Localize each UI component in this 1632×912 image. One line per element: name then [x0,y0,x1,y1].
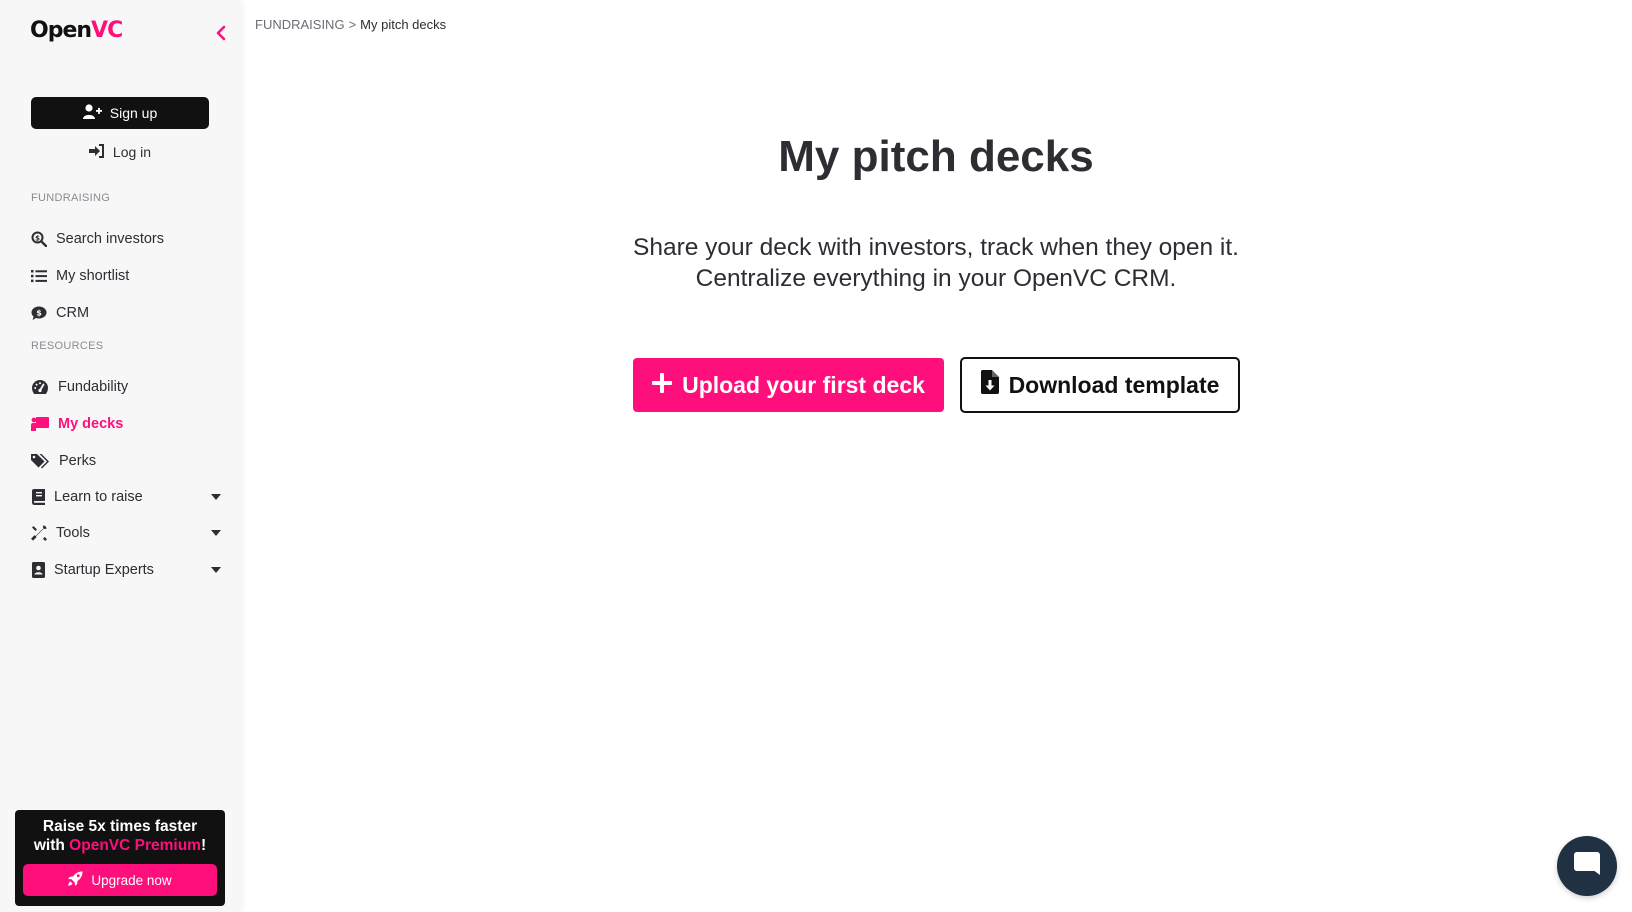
sidebar-item-tools[interactable]: Tools [31,521,221,545]
subtitle-line-1: Share your deck with investors, track wh… [633,234,1239,261]
chalkboard-teacher-icon [31,416,49,432]
sidebar-item-label: Search investors [56,231,164,247]
download-template-label: Download template [1008,371,1220,398]
sidebar-item-label: CRM [56,305,90,321]
caret-down-icon[interactable] [211,567,221,573]
sign-in-icon [88,143,105,161]
tools-icon [31,525,47,541]
chat-widget-button[interactable] [1557,836,1617,896]
sidebar-item-label: Perks [59,453,97,469]
chat-bubble-icon [1572,849,1602,884]
sign-up-label: Sign up [109,105,158,121]
user-plus-icon [82,104,102,122]
sidebar-item-my-decks[interactable]: My decks [31,412,221,436]
collapse-sidebar-chevron-left-icon[interactable] [214,24,228,42]
sidebar-item-label: Tools [56,525,90,541]
sidebar-item-crm[interactable]: $ CRM [31,301,221,325]
sidebar-item-label: My decks [58,416,124,432]
sidebar-item-learn-to-raise[interactable]: Learn to raise [31,485,221,509]
sidebar-item-perks[interactable]: Perks [31,449,221,473]
caret-down-icon[interactable] [211,494,221,500]
sign-up-button[interactable]: Sign up [31,97,209,129]
sidebar-item-label: Fundability [58,379,129,395]
breadcrumb-parent-link[interactable]: FUNDRAISING [255,17,345,32]
sidebar-item-fundability[interactable]: Fundability [31,375,221,399]
svg-text:$: $ [36,309,42,318]
page-title: My pitch decks [778,132,1094,181]
promo-subline: with OpenVC Premium! [33,837,207,854]
plus-icon [652,372,673,399]
section-label-fundraising: FUNDRAISING [31,192,111,204]
file-download-icon [980,370,999,400]
breadcrumb-current: My pitch decks [360,17,447,32]
section-label-resources: RESOURCES [31,340,104,352]
gauge-icon [31,379,49,395]
sidebar: OpenVC Sign up Log in FUNDRAISING $ Sear… [0,0,240,912]
sidebar-item-label: Learn to raise [54,489,143,505]
sidebar-item-my-shortlist[interactable]: My shortlist [31,264,221,288]
upgrade-now-button[interactable]: Upgrade now [23,864,217,896]
svg-text:$: $ [35,234,40,242]
upload-first-deck-button[interactable]: Upload your first deck [633,358,944,412]
upgrade-now-label: Upgrade now [91,872,172,888]
log-in-label: Log in [112,144,152,160]
openvc-logo[interactable]: OpenVC [30,18,123,43]
breadcrumb-separator: > [348,17,357,32]
premium-promo-card: Raise 5x times faster with OpenVC Premiu… [15,810,225,906]
address-book-icon [31,562,45,578]
sidebar-item-search-investors[interactable]: $ Search investors [31,227,221,251]
caret-down-icon[interactable] [211,530,221,536]
comment-dollar-icon: $ [31,305,47,321]
list-icon [31,268,47,284]
log-in-link[interactable]: Log in [0,141,240,163]
sidebar-item-startup-experts[interactable]: Startup Experts [31,558,221,582]
sidebar-item-label: Startup Experts [54,562,154,578]
upload-first-deck-label: Upload your first deck [682,371,925,398]
breadcrumb: FUNDRAISING > My pitch decks [255,17,446,32]
page-subtitle: Share your deck with investors, track wh… [240,232,1632,294]
search-dollar-icon: $ [31,231,47,247]
tags-icon [31,453,50,469]
book-icon [31,489,45,505]
sidebar-item-label: My shortlist [56,268,130,284]
download-template-button[interactable]: Download template [960,357,1240,413]
subtitle-line-2: Centralize everything in your OpenVC CRM… [695,265,1177,292]
rocket-icon [68,871,83,889]
promo-headline: Raise 5x times faster [42,818,198,835]
